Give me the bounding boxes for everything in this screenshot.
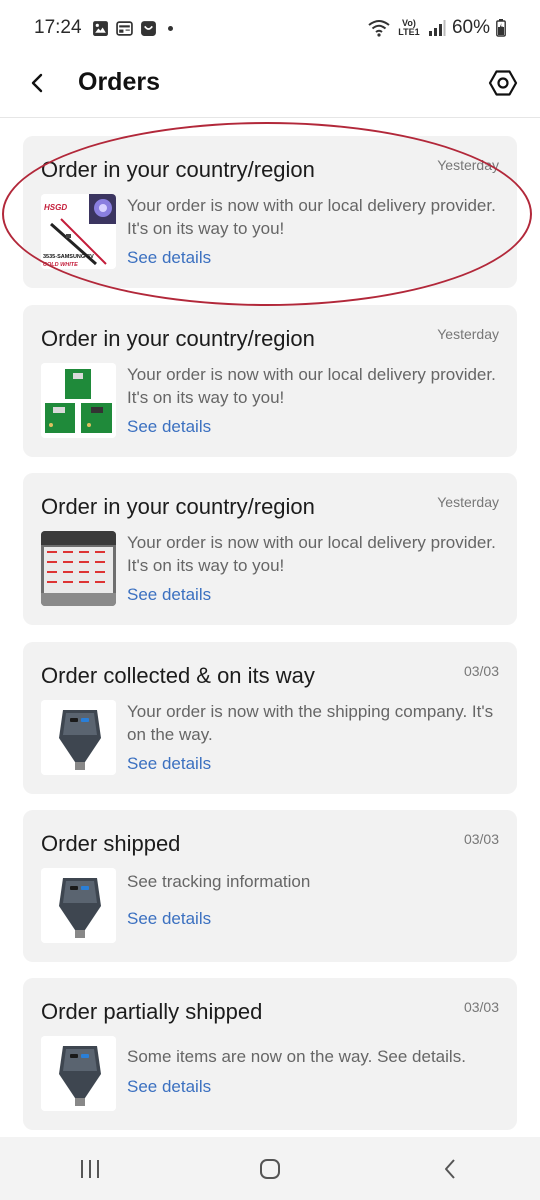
- wifi-icon: [368, 20, 390, 37]
- volte-indicator: Vo) LTE1: [398, 18, 420, 37]
- order-message: Your order is now with our local deliver…: [127, 365, 496, 407]
- order-title: Order partially shipped: [41, 999, 263, 1024]
- product-thumbnail[interactable]: [41, 868, 116, 943]
- back-button[interactable]: [22, 68, 52, 98]
- led-color-text: COLD WHITE: [43, 262, 78, 268]
- product-thumbnail[interactable]: [41, 700, 116, 775]
- order-card[interactable]: Order partially shipped 03/03 Some items…: [23, 978, 517, 1130]
- order-date: 03/03: [463, 831, 499, 847]
- order-date: Yesterday: [437, 494, 499, 510]
- product-thumbnail[interactable]: [41, 531, 116, 606]
- app-header: Orders: [0, 56, 540, 118]
- order-card[interactable]: Order in your country/region Yesterday Y…: [23, 473, 517, 625]
- more-notifications-icon: [167, 25, 173, 31]
- order-title: Order in your country/region: [41, 494, 315, 519]
- see-details-link[interactable]: See details: [127, 1077, 211, 1097]
- order-title: Order collected & on its way: [41, 663, 315, 688]
- battery-icon: [496, 19, 506, 37]
- status-time: 17:24: [34, 17, 82, 38]
- see-details-link[interactable]: See details: [127, 248, 211, 268]
- led-brand-text: HSGD: [44, 203, 67, 212]
- order-card[interactable]: Order in your country/region Yesterday Y…: [23, 305, 517, 457]
- product-thumbnail[interactable]: HSGD 3535-SAMSUNG-3V COLD WHITE: [41, 194, 116, 269]
- page-title: Orders: [78, 68, 160, 96]
- order-title: Order in your country/region: [41, 157, 315, 182]
- back-arrow-icon: [31, 73, 43, 93]
- hexagon-settings-icon: [488, 70, 518, 96]
- order-date: Yesterday: [437, 326, 499, 342]
- home-button[interactable]: [240, 1149, 300, 1189]
- order-message: See tracking information: [127, 872, 311, 891]
- order-card[interactable]: Order collected & on its way 03/03 Your …: [23, 642, 517, 794]
- signal-icon: [428, 20, 446, 36]
- order-title: Order shipped: [41, 831, 181, 856]
- led-model-text: 3535-SAMSUNG-3V: [43, 254, 94, 260]
- see-details-link[interactable]: See details: [127, 909, 211, 929]
- orders-list[interactable]: Order in your country/region Yesterday H…: [0, 119, 540, 1137]
- order-date: 03/03: [463, 663, 499, 679]
- order-card[interactable]: Order shipped 03/03 See tracking informa…: [23, 810, 517, 962]
- recent-apps-icon: [81, 1159, 99, 1178]
- product-thumbnail[interactable]: [41, 1036, 116, 1111]
- system-back-button[interactable]: [420, 1149, 480, 1189]
- news-notification-icon: [115, 20, 133, 36]
- order-message: Some items are now on the way. See detai…: [127, 1047, 466, 1066]
- order-card[interactable]: Order in your country/region Yesterday H…: [23, 136, 517, 288]
- labels-image: [41, 531, 116, 606]
- order-title: Order in your country/region: [41, 326, 315, 351]
- green-boards-image: [41, 363, 116, 438]
- battery-percent: 60%: [451, 17, 490, 38]
- order-message: Your order is now with our local deliver…: [127, 196, 496, 238]
- order-date: 03/03: [463, 999, 499, 1015]
- led-strip-image: HSGD 3535-SAMSUNG-3V COLD WHITE: [41, 194, 116, 269]
- see-details-link[interactable]: See details: [127, 585, 211, 605]
- status-bar: 17:24 Vo) LTE1 60%: [0, 0, 540, 56]
- order-date: Yesterday: [437, 157, 499, 173]
- car-charger-image: [41, 700, 116, 775]
- see-details-link[interactable]: See details: [127, 754, 211, 774]
- product-thumbnail[interactable]: [41, 363, 116, 438]
- order-message: Your order is now with our local deliver…: [127, 533, 496, 575]
- system-nav-bar: [0, 1137, 540, 1200]
- aliexpress-notification-icon: [140, 20, 156, 36]
- car-charger-image: [41, 1036, 116, 1111]
- recent-apps-button[interactable]: [60, 1149, 120, 1189]
- see-details-link[interactable]: See details: [127, 417, 211, 437]
- system-back-icon: [445, 1158, 455, 1179]
- gallery-notification-icon: [92, 20, 108, 36]
- settings-button[interactable]: [484, 64, 522, 102]
- home-icon: [260, 1158, 280, 1179]
- order-message: Your order is now with the shipping comp…: [127, 702, 494, 744]
- car-charger-image: [41, 868, 116, 943]
